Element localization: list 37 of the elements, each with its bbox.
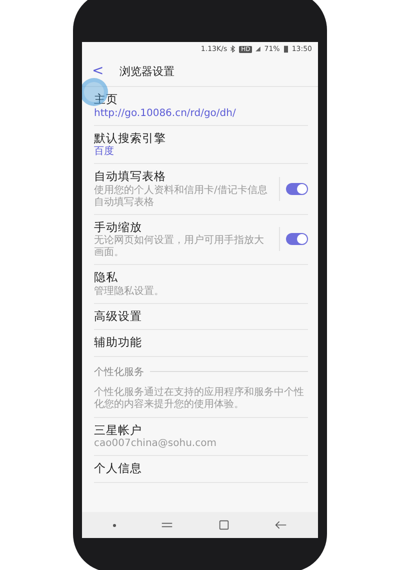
item-subtitle: 百度 xyxy=(94,146,115,158)
settings-item[interactable]: 默认搜索引擎 百度 xyxy=(94,126,308,164)
settings-item[interactable]: 自动填写表格 使用您的个人资料和信用卡/借记卡信息自动填写表格 xyxy=(94,164,308,215)
item-subtitle: 使用您的个人资料和信用卡/借记卡信息自动填写表格 xyxy=(94,184,268,209)
settings-item[interactable]: 三星帐户 cao007china@sohu.com xyxy=(94,418,308,456)
settings-item[interactable]: 手动缩放 无论网页如何设置，用户可用手指放大画面。 xyxy=(94,214,308,266)
section-description: 个性化服务通过在支持的应用程序和服务中个性化您的内容来提升您的使用体验。 xyxy=(94,382,308,418)
back-button[interactable]: < xyxy=(90,63,106,79)
item-title: 辅助功能 xyxy=(94,335,143,351)
item-title: 自动填写表格 xyxy=(94,169,167,184)
item-title: 高级设置 xyxy=(94,308,143,324)
recent-apps-icon[interactable] xyxy=(160,520,173,530)
back-icon[interactable] xyxy=(275,520,288,530)
dot-icon[interactable] xyxy=(112,524,116,526)
bluetooth-icon xyxy=(230,45,236,53)
page-title: 浏览器设置 xyxy=(120,64,175,78)
item-title: 主页 xyxy=(94,92,119,108)
item-title: 三星帐户 xyxy=(94,422,143,438)
home-icon[interactable] xyxy=(218,520,230,530)
toggle-switch[interactable] xyxy=(286,233,308,246)
item-subtitle: cao007china@sohu.com xyxy=(94,438,218,450)
section-header: 个性化服务 xyxy=(94,366,144,379)
item-subtitle: http://go.10086.cn/rd/go/dh/ xyxy=(94,108,237,120)
settings-item[interactable]: 辅助功能 xyxy=(94,330,308,357)
settings-item[interactable]: 个人信息 xyxy=(94,456,308,483)
item-subtitle: 无论网页如何设置，用户可用手指放大画面。 xyxy=(94,235,265,260)
item-title: 默认搜索引擎 xyxy=(94,130,167,146)
item-title: 手动缩放 xyxy=(94,220,143,235)
battery-icon xyxy=(282,45,289,53)
toggle-switch[interactable] xyxy=(286,182,308,195)
settings-item[interactable]: 隐私 管理隐私设置。 xyxy=(94,265,308,304)
item-subtitle: 管理隐私设置。 xyxy=(94,286,165,298)
item-title: 个人信息 xyxy=(94,461,143,477)
settings-item[interactable]: 高级设置 xyxy=(94,304,308,330)
signal-icon xyxy=(255,45,262,53)
item-title: 隐私 xyxy=(94,270,119,286)
settings-item[interactable]: 主页 http://go.10086.cn/rd/go/dh/ xyxy=(94,87,308,126)
